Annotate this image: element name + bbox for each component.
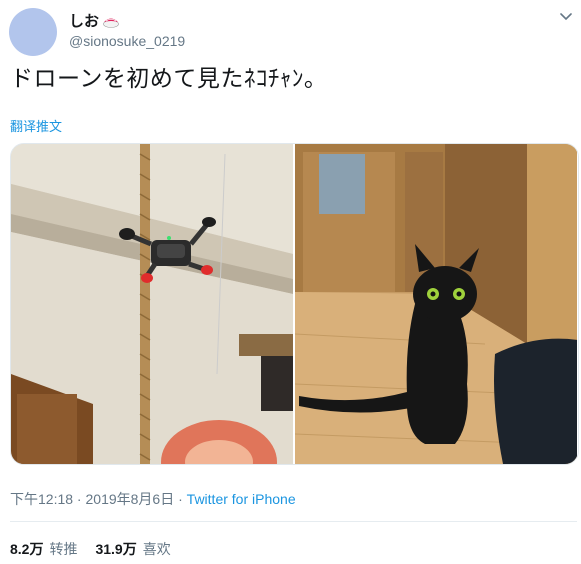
display-name[interactable]: しお [69, 10, 99, 31]
user-handle[interactable]: @sionosuke_0219 [69, 33, 185, 49]
tweet-text: ドローンを初めて見たﾈｺﾁｬﾝ。 [10, 66, 328, 92]
avatar[interactable] [9, 8, 57, 56]
likes-count: 31.9万 [95, 541, 137, 557]
retweets-label: 转推 [49, 541, 78, 557]
divider [10, 521, 577, 522]
tweet-date[interactable]: 2019年8月6日 [86, 491, 175, 507]
meta-separator-2: · [174, 491, 187, 507]
likes-label: 喜欢 [142, 541, 171, 557]
tweet-time[interactable]: 下午12:18 [10, 491, 73, 507]
retweets-count: 8.2万 [10, 541, 44, 557]
drone-photo[interactable] [11, 144, 293, 464]
user-name-row[interactable]: しお [69, 10, 120, 31]
meta-separator: · [73, 491, 86, 507]
chevron-down-icon[interactable] [559, 10, 573, 24]
tweet-meta: 下午12:18 · 2019年8月6日 · Twitter for iPhone [10, 489, 296, 509]
likes-stat[interactable]: 31.9万 喜欢 [95, 539, 170, 559]
tweet-client-link[interactable]: Twitter for iPhone [187, 491, 296, 507]
translate-tweet-link[interactable]: 翻译推文 [10, 116, 62, 135]
media-grid [10, 143, 579, 465]
sushi-icon [102, 14, 120, 28]
retweets-stat[interactable]: 8.2万 转推 [10, 539, 77, 559]
tweet-stats: 8.2万 转推 31.9万 喜欢 [10, 539, 171, 559]
black-cat-photo[interactable] [295, 144, 577, 464]
